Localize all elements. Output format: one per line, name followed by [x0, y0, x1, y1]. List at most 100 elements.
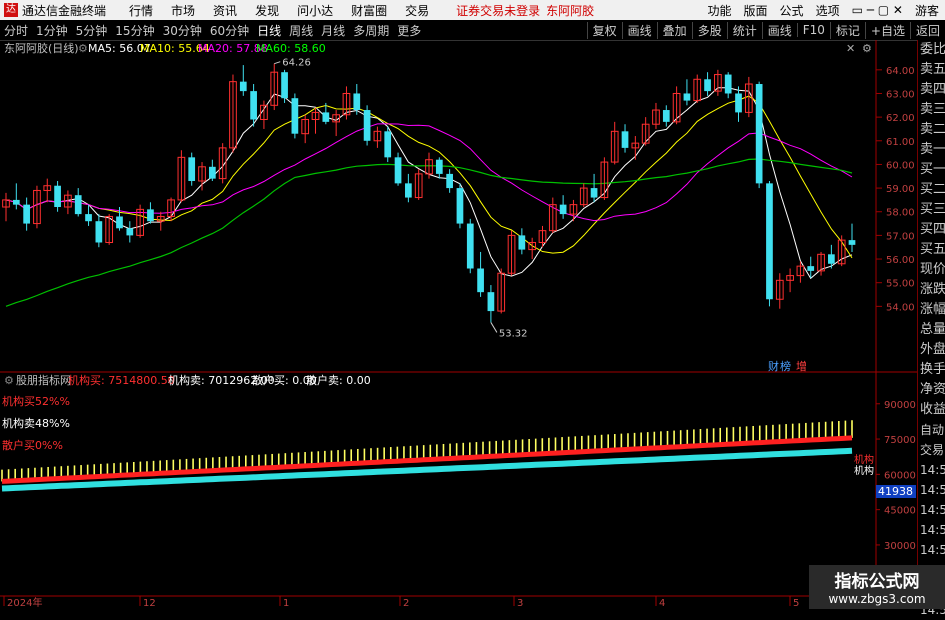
pct-retail-buy: 散户买0%%: [2, 438, 63, 452]
badge-rank[interactable]: 榜: [780, 359, 791, 373]
candle-body: [116, 216, 123, 229]
sidebar-item[interactable]: 14:56: [918, 460, 945, 480]
sidebar-item[interactable]: 14:56: [918, 520, 945, 540]
price-tick-label: 56.00: [886, 255, 915, 266]
date-tick-label: 5: [793, 598, 799, 609]
candle-body: [446, 173, 453, 189]
candle-body: [662, 110, 670, 122]
candle-body: [405, 183, 412, 198]
sidebar-item[interactable]: 交易: [918, 440, 945, 460]
candle-body: [559, 204, 567, 215]
watermark: 指标公式网 www.zbgs3.com: [809, 565, 945, 609]
sidebar-item[interactable]: 卖二: [918, 120, 945, 140]
candle-body: [239, 81, 247, 92]
indicator-inst-buy: 机构买: 7514800.50: [68, 373, 175, 387]
candle-body: [755, 84, 763, 184]
candle-body: [766, 183, 773, 300]
chart-canvas[interactable]: 54.00 55.00 56.00 57.00 58.00 59.00 60.00 61.00…: [0, 0, 945, 609]
candle-body: [487, 292, 495, 312]
sidebar-item[interactable]: 卖一: [918, 140, 945, 160]
candle-body: [807, 266, 815, 271]
candle-body: [704, 79, 711, 92]
date-tick-label: 3: [517, 598, 523, 609]
current-value: 41938: [878, 485, 913, 498]
candle-body: [250, 91, 257, 120]
candle-body: [466, 223, 474, 269]
end-label-inst-sell: 机构: [854, 464, 874, 477]
close-icon[interactable]: ✕: [846, 42, 855, 55]
watermark-url: www.zbgs3.com: [828, 592, 926, 606]
indicator-settings-icon[interactable]: ⚙: [4, 374, 14, 387]
annotation-label: 64.26: [282, 58, 311, 69]
sidebar-item[interactable]: 买二: [918, 180, 945, 200]
candle-body: [735, 93, 742, 113]
candle-body: [54, 185, 61, 208]
sidebar-item[interactable]: 委比: [918, 40, 945, 60]
candle-body: [456, 188, 464, 224]
sidebar-item[interactable]: 14:56: [918, 540, 945, 560]
sidebar-item[interactable]: 总量: [918, 320, 945, 340]
candle-body: [477, 268, 484, 293]
price-tick-label: 61.00: [886, 137, 915, 148]
date-tick-label: 2: [403, 598, 409, 609]
sidebar-item[interactable]: 收益: [918, 400, 945, 420]
price-tick-label: 63.00: [886, 89, 915, 100]
sidebar-item[interactable]: 涨跌: [918, 280, 945, 300]
candle-body: [85, 214, 92, 222]
price-tick-label: 59.00: [886, 184, 915, 195]
indicator-tick-label: 90000: [884, 400, 916, 411]
settings-icon[interactable]: ⚙: [78, 42, 88, 55]
sidebar-item[interactable]: 买五: [918, 240, 945, 260]
candle-body: [683, 93, 691, 101]
sidebar-item[interactable]: 外盘: [918, 340, 945, 360]
sidebar-item[interactable]: 涨幅: [918, 300, 945, 320]
candle-body: [281, 72, 288, 99]
candle-body: [322, 112, 330, 122]
indicator-tick-label: 75000: [884, 435, 916, 446]
price-tick-label: 62.00: [886, 113, 915, 124]
candle-body: [188, 157, 196, 181]
candle-body: [291, 98, 299, 134]
date-tick-label: 1: [283, 598, 289, 609]
sidebar-item[interactable]: 买三: [918, 200, 945, 220]
candle-body: [621, 131, 629, 148]
pct-inst-buy: 机构买52%%: [2, 394, 70, 408]
stock-label: 东阿阿胶(日线): [4, 41, 79, 55]
indicator-tick-label: 45000: [884, 506, 916, 517]
badge-finance[interactable]: 财: [768, 359, 779, 373]
sidebar-item[interactable]: 净资: [918, 380, 945, 400]
quote-sidebar: 委比 卖五 卖四 卖三 卖二 卖一 买一 买二 买三 买四 买五 现价 涨跌 涨幅 总量 外盘 换手 净资 收益 自动…: [917, 40, 945, 617]
candle-body: [590, 188, 598, 198]
sidebar-item[interactable]: 换手: [918, 360, 945, 380]
indicator-tick-label: 30000: [884, 541, 916, 552]
sidebar-item[interactable]: 买一: [918, 160, 945, 180]
annotation-label: 53.32: [499, 328, 528, 339]
candle-body: [126, 228, 134, 236]
end-label-inst-buy: 机构: [854, 453, 874, 466]
watermark-title: 指标公式网: [834, 572, 920, 592]
sidebar-item[interactable]: 现价: [918, 260, 945, 280]
badge-increase[interactable]: 增: [796, 359, 807, 373]
sidebar-item[interactable]: 自动: [918, 420, 945, 440]
candle-body: [95, 221, 103, 243]
candle-body: [208, 166, 216, 179]
candle-body: [518, 235, 526, 250]
candle-body: [828, 254, 835, 264]
ma5-line: [5, 87, 853, 280]
sidebar-item[interactable]: 买四: [918, 220, 945, 240]
date-tick-label: 2024年: [7, 596, 42, 609]
sidebar-item[interactable]: 卖五: [918, 60, 945, 80]
candle-body: [435, 159, 443, 174]
annotation-leader: [490, 322, 498, 333]
candle-body: [353, 93, 361, 111]
price-tick-label: 60.00: [886, 160, 915, 171]
sidebar-item[interactable]: 14:56: [918, 480, 945, 500]
sidebar-item[interactable]: 14:56: [918, 500, 945, 520]
gear-icon[interactable]: ⚙: [862, 42, 872, 55]
sidebar-item[interactable]: 卖三: [918, 100, 945, 120]
price-tick-label: 55.00: [886, 279, 915, 290]
sidebar-item[interactable]: 卖四: [918, 80, 945, 100]
price-tick-label: 57.00: [886, 231, 915, 242]
annotation-leader: [274, 61, 281, 65]
inst-sell-line: [1, 435, 853, 484]
